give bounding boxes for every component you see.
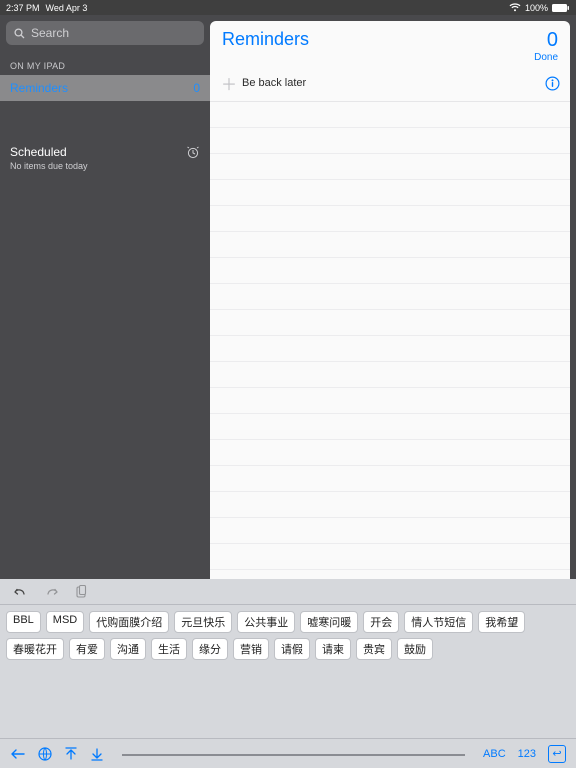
search-input[interactable]: Search — [6, 21, 204, 45]
status-time: 2:37 PM — [6, 3, 40, 13]
scheduled-title: Scheduled — [10, 145, 88, 159]
back-icon[interactable] — [10, 748, 26, 760]
down-handwriting-icon[interactable] — [90, 747, 104, 761]
candidate-chip[interactable]: 公共事业 — [237, 611, 295, 633]
candidate-chip[interactable]: 代购面膜介绍 — [89, 611, 169, 633]
candidate-chip[interactable]: 我希望 — [478, 611, 525, 633]
candidate-chip[interactable]: 春暖花开 — [6, 638, 64, 660]
done-button[interactable]: Done — [534, 52, 558, 63]
clipboard-icon[interactable] — [76, 585, 88, 598]
candidate-chip[interactable]: 鼓励 — [397, 638, 433, 660]
empty-lines[interactable] — [210, 102, 570, 579]
candidate-chip[interactable]: 沟通 — [110, 638, 146, 660]
handwriting-area[interactable] — [122, 752, 465, 756]
undo-icon[interactable] — [12, 586, 28, 598]
scheduled-subtitle: No items due today — [10, 161, 88, 171]
candidate-chip[interactable]: 请柬 — [315, 638, 351, 660]
keyboard: BBLMSD代购面膜介绍元旦快乐公共事业嘘寒问暖开会情人节短信我希望春暖花开有爱… — [0, 579, 576, 768]
wifi-icon — [509, 3, 521, 12]
candidate-chip[interactable]: 请假 — [274, 638, 310, 660]
return-key[interactable]: ↩ — [548, 745, 566, 763]
clock-icon — [186, 145, 200, 159]
abc-key[interactable]: ABC — [483, 748, 506, 760]
candidate-chip[interactable]: 贵宾 — [356, 638, 392, 660]
candidate-chip[interactable]: 营销 — [233, 638, 269, 660]
battery-percent: 100% — [525, 3, 548, 13]
plus-icon: ＋ — [220, 71, 238, 95]
reminder-text[interactable]: Be back later — [238, 77, 545, 89]
candidate-chip[interactable]: 嘘寒问暖 — [300, 611, 358, 633]
status-bar: 2:37 PM Wed Apr 3 100% — [0, 0, 576, 15]
candidate-chip[interactable]: MSD — [46, 611, 84, 633]
reminder-row[interactable]: ＋ Be back later — [210, 65, 570, 102]
candidate-chip[interactable]: 开会 — [363, 611, 399, 633]
candidate-bar: BBLMSD代购面膜介绍元旦快乐公共事业嘘寒问暖开会情人节短信我希望春暖花开有爱… — [0, 605, 576, 666]
reminder-list-panel: Reminders 0 Done ＋ Be back later — [210, 21, 570, 579]
globe-icon[interactable] — [38, 747, 52, 761]
battery-icon — [552, 4, 570, 12]
redo-icon[interactable] — [44, 586, 60, 598]
candidate-chip[interactable]: BBL — [6, 611, 41, 633]
candidate-chip[interactable]: 情人节短信 — [404, 611, 473, 633]
sidebar: Search ON MY IPAD Reminders 0 Scheduled … — [0, 15, 210, 579]
panel-title: Reminders — [222, 29, 309, 50]
search-placeholder: Search — [31, 26, 69, 40]
sidebar-item-reminders[interactable]: Reminders 0 — [0, 75, 210, 101]
up-handwriting-icon[interactable] — [64, 747, 78, 761]
info-icon[interactable] — [545, 76, 560, 91]
candidate-chip[interactable]: 缘分 — [192, 638, 228, 660]
sidebar-scheduled[interactable]: Scheduled No items due today — [0, 137, 210, 179]
candidate-chip[interactable]: 有爱 — [69, 638, 105, 660]
candidate-chip[interactable]: 生活 — [151, 638, 187, 660]
panel-count: 0 — [534, 29, 558, 52]
sidebar-item-label: Reminders — [10, 81, 68, 95]
number-key[interactable]: 123 — [518, 748, 536, 760]
section-label: ON MY IPAD — [10, 61, 200, 71]
sidebar-item-count: 0 — [193, 81, 200, 95]
candidate-chip[interactable]: 元旦快乐 — [174, 611, 232, 633]
status-date: Wed Apr 3 — [46, 3, 88, 13]
search-icon — [14, 28, 25, 39]
